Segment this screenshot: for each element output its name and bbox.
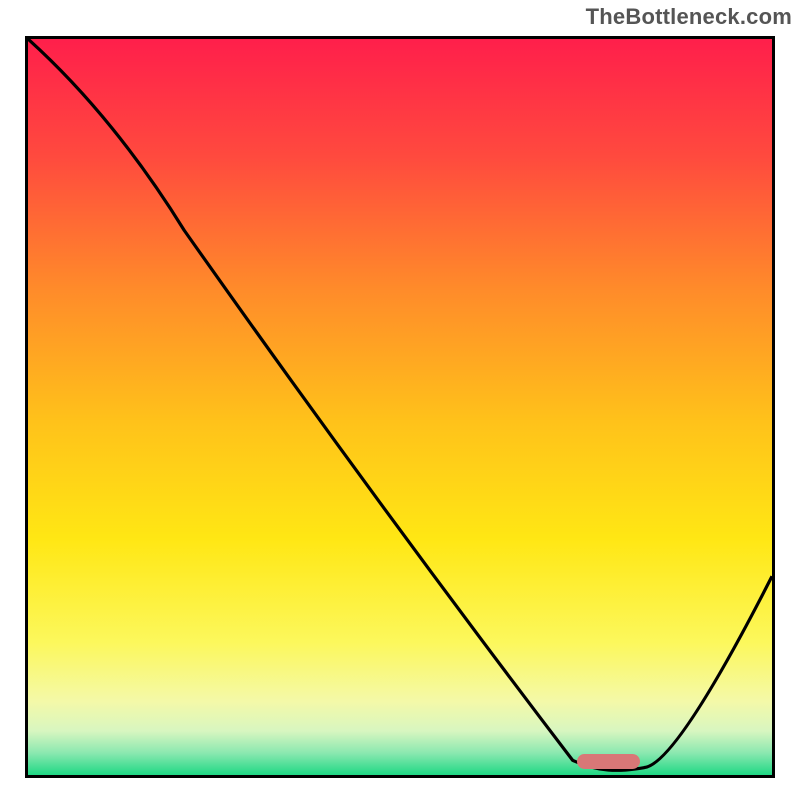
bottleneck-curve bbox=[28, 39, 772, 770]
plot-area bbox=[25, 36, 775, 778]
chart-root: { "watermark": "TheBottleneck.com", "plo… bbox=[0, 0, 800, 800]
watermark-text: TheBottleneck.com bbox=[586, 4, 792, 30]
optimum-marker bbox=[577, 754, 640, 769]
curve-layer bbox=[28, 39, 772, 775]
